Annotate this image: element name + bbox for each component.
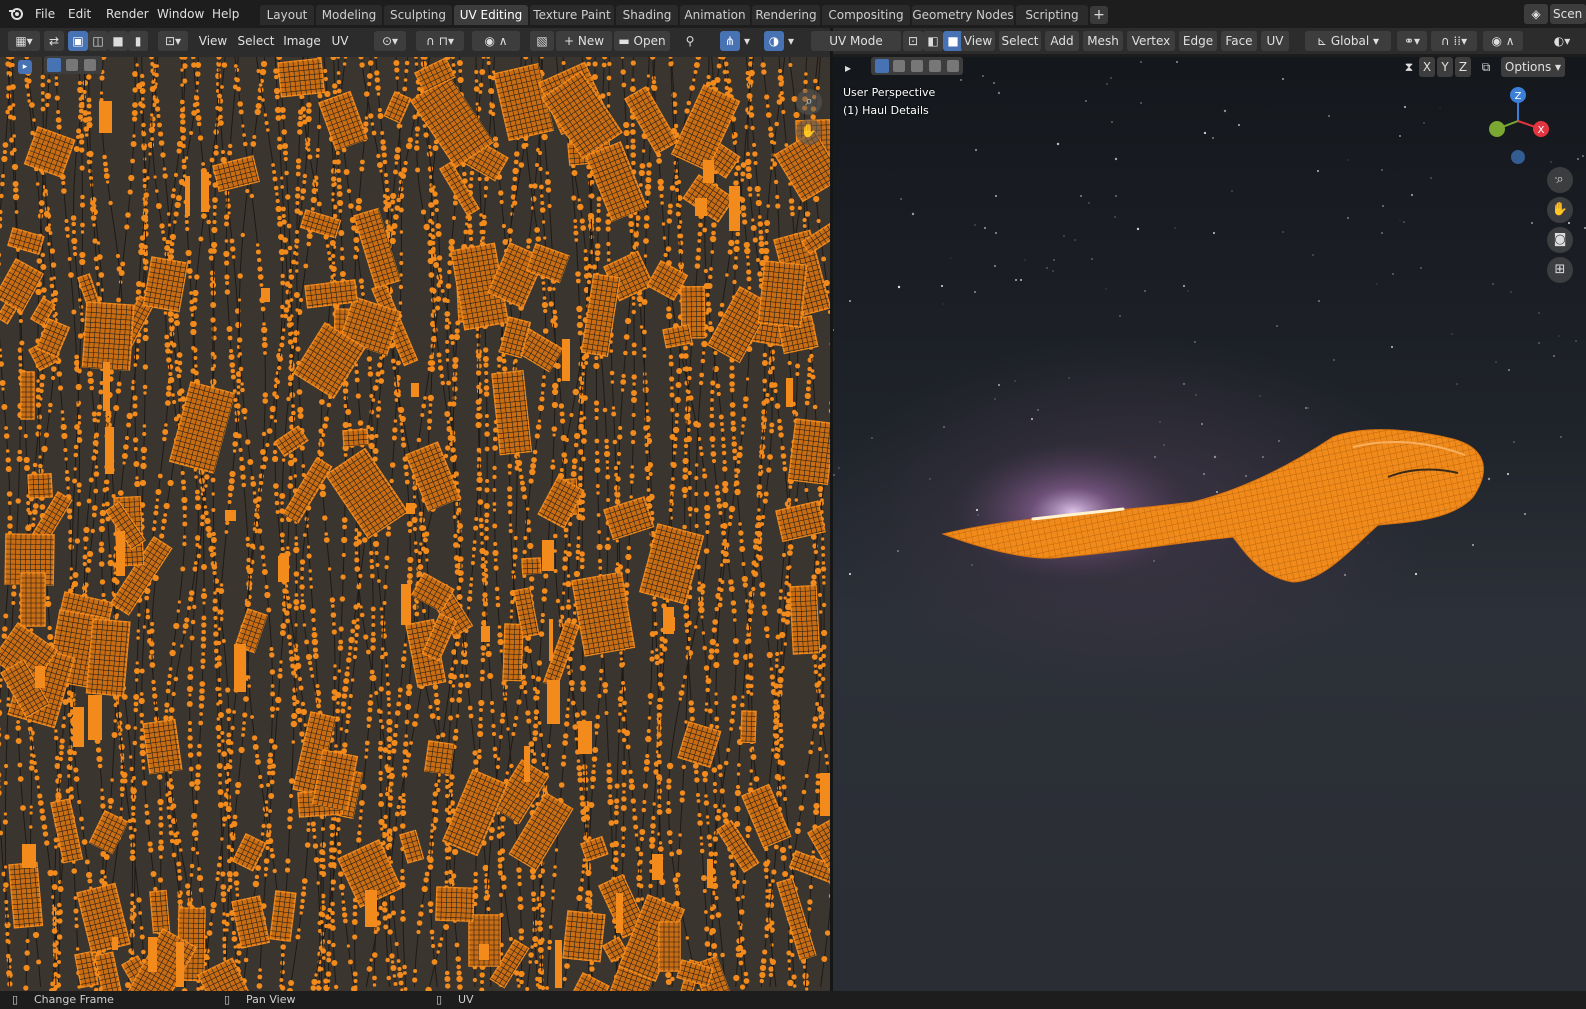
editor-type-icon[interactable]: ▦▾ bbox=[8, 31, 40, 51]
vp-menu-edge[interactable]: Edge bbox=[1179, 31, 1217, 51]
overlay-dropdown-icon[interactable]: ▾ bbox=[784, 31, 798, 51]
scene-selector[interactable]: Scen bbox=[1550, 4, 1586, 24]
tab-compositing[interactable]: Compositing bbox=[822, 5, 910, 25]
orientation-label: Global bbox=[1330, 34, 1370, 48]
tab-sculpting[interactable]: Sculpting bbox=[384, 5, 452, 25]
island-select-icon[interactable]: ▮ bbox=[128, 31, 148, 51]
vp-menu-view[interactable]: View bbox=[961, 31, 995, 51]
open-label: Open bbox=[633, 34, 666, 48]
select-new-icon[interactable] bbox=[47, 58, 61, 72]
mouse-middle-icon: ▯ bbox=[224, 993, 231, 1006]
add-workspace-button[interactable]: + bbox=[1090, 6, 1108, 24]
menu-render[interactable]: Render bbox=[106, 5, 149, 23]
tab-scripting[interactable]: Scripting bbox=[1016, 5, 1088, 25]
blender-logo-icon[interactable] bbox=[8, 5, 26, 23]
uv-menu-image[interactable]: Image bbox=[282, 31, 322, 51]
status-change-frame: Change Frame bbox=[34, 993, 114, 1006]
vertex-select-icon[interactable]: ▣ bbox=[68, 31, 88, 51]
uv-editor-header: ▦▾ ⇄ ▣ ◫ ■ ▮ ⊡▾ View Select Image UV ⊙▾ … bbox=[0, 28, 830, 54]
tab-shading[interactable]: Shading bbox=[616, 5, 678, 25]
spaceship-mesh[interactable] bbox=[833, 57, 1586, 991]
tab-animation[interactable]: Animation bbox=[680, 5, 750, 25]
mouse-right-icon: ▯ bbox=[436, 993, 443, 1006]
sticky-select-icon[interactable]: ⊡▾ bbox=[158, 31, 188, 51]
pivot-point-icon[interactable]: ⚭▾ bbox=[1397, 31, 1427, 51]
snap-toggle-icon[interactable]: ∩ ⁞⁞▾ bbox=[1431, 31, 1477, 51]
select-box-modes[interactable] bbox=[44, 56, 102, 74]
overlay-icon[interactable]: ◑ bbox=[764, 31, 784, 51]
face-mode-icon[interactable]: ■ bbox=[943, 31, 963, 51]
tab-geometry-nodes[interactable]: Geometry Nodes bbox=[912, 5, 1014, 25]
orientation-icon: ⊾ bbox=[1317, 34, 1331, 48]
tab-layout[interactable]: Layout bbox=[260, 5, 314, 25]
vp-menu-select[interactable]: Select bbox=[999, 31, 1041, 51]
vp-menu-add[interactable]: Add bbox=[1045, 31, 1079, 51]
vp-menu-mesh[interactable]: Mesh bbox=[1083, 31, 1123, 51]
face-select-icon[interactable]: ■ bbox=[108, 31, 128, 51]
menu-help[interactable]: Help bbox=[212, 5, 239, 23]
tab-modeling[interactable]: Modeling bbox=[316, 5, 382, 25]
tab-texture-paint[interactable]: Texture Paint bbox=[530, 5, 614, 25]
pivot-icon[interactable]: ⊙▾ bbox=[374, 31, 406, 51]
chevron-down-icon[interactable]: ▾ bbox=[740, 31, 754, 51]
menu-file[interactable]: File bbox=[35, 5, 55, 23]
visibility-icon[interactable]: ◐▾ bbox=[1547, 31, 1577, 51]
pin-icon[interactable]: ⚲ bbox=[680, 31, 700, 51]
vp-menu-uv[interactable]: UV bbox=[1261, 31, 1289, 51]
menu-edit[interactable]: Edit bbox=[68, 5, 91, 23]
zoom-icon[interactable]: ⌕ bbox=[796, 89, 822, 115]
viewport-header: UV Mode ⊡ ◧ ■ View Select Add Mesh Verte… bbox=[811, 28, 1586, 54]
chevron-down-icon: ▾ bbox=[1369, 34, 1379, 48]
plus-icon: + bbox=[563, 34, 578, 48]
select-extend-icon[interactable] bbox=[66, 59, 78, 71]
uv-menu-uv[interactable]: UV bbox=[328, 31, 352, 51]
scene-icon[interactable]: ◈ bbox=[1524, 4, 1548, 24]
new-image-button[interactable]: + New bbox=[556, 31, 612, 51]
edge-select-icon[interactable]: ◫ bbox=[88, 31, 108, 51]
image-browse-icon[interactable]: ▧ bbox=[530, 31, 554, 51]
vp-menu-vertex[interactable]: Vertex bbox=[1127, 31, 1175, 51]
mouse-left-icon: ▯ bbox=[12, 993, 19, 1006]
select-subtract-icon[interactable] bbox=[84, 59, 96, 71]
new-label: New bbox=[577, 34, 605, 48]
vertex-mode-icon[interactable]: ⊡ bbox=[903, 31, 923, 51]
uv-editor-canvas[interactable]: ⌕ ✋ bbox=[0, 57, 830, 991]
menu-window[interactable]: Window bbox=[157, 5, 204, 23]
edge-mode-icon[interactable]: ◧ bbox=[923, 31, 943, 51]
tab-uv-editing[interactable]: UV Editing bbox=[454, 5, 528, 25]
vp-menu-face[interactable]: Face bbox=[1221, 31, 1257, 51]
sync-selection-icon[interactable]: ⇄ bbox=[44, 31, 64, 51]
status-bar: ▯ Change Frame ▯ Pan View ▯ UV bbox=[0, 991, 1586, 1009]
snap-icon[interactable]: ∩ ⊓▾ bbox=[416, 31, 464, 51]
proportional-edit-icon[interactable]: ◉ ∧ bbox=[472, 31, 520, 51]
status-pan-view: Pan View bbox=[246, 993, 296, 1006]
open-image-button[interactable]: ▬ Open bbox=[614, 31, 670, 51]
transform-orientation[interactable]: ⊾ Global ▾ bbox=[1305, 31, 1391, 51]
uv-menu-select[interactable]: Select bbox=[236, 31, 276, 51]
tab-rendering[interactable]: Rendering bbox=[752, 5, 820, 25]
uv-menu-view[interactable]: View bbox=[196, 31, 230, 51]
uv-display-icon[interactable]: ⋔ bbox=[720, 31, 740, 51]
proportional-icon[interactable]: ◉ ∧ bbox=[1483, 31, 1523, 51]
folder-icon: ▬ bbox=[618, 34, 634, 48]
status-uv: UV bbox=[458, 993, 474, 1006]
top-menubar: File Edit Render Window Help Layout Mode… bbox=[0, 0, 1586, 29]
hand-icon[interactable]: ✋ bbox=[796, 119, 822, 145]
tweak-tool-icon[interactable]: ▸ bbox=[18, 60, 32, 74]
3d-viewport[interactable]: ▸ User Perspective (1) Haul Details ⧗ X … bbox=[833, 57, 1586, 991]
mode-selector[interactable]: UV Mode bbox=[811, 31, 901, 51]
uv-islands bbox=[0, 57, 830, 991]
